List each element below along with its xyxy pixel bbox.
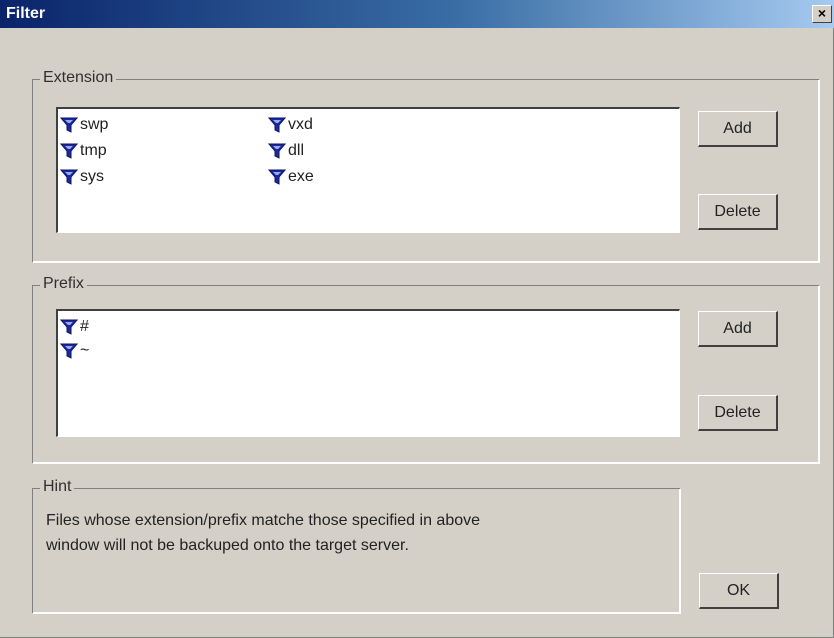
list-item-label: dll	[288, 142, 305, 159]
filter-dialog: Filter × Extension swp tmp sys vxd dll e…	[0, 0, 834, 638]
close-icon: ×	[817, 5, 827, 21]
filter-icon	[60, 143, 78, 159]
filter-icon	[268, 117, 286, 133]
filter-icon	[60, 343, 78, 359]
list-item-label: sys	[80, 168, 104, 185]
list-item[interactable]: #	[60, 315, 89, 339]
filter-icon	[268, 143, 286, 159]
extension-delete-button[interactable]: Delete	[698, 194, 778, 230]
list-item[interactable]: vxd	[268, 113, 313, 137]
prefix-delete-button[interactable]: Delete	[698, 395, 778, 431]
list-item-label: exe	[288, 168, 314, 185]
list-item-label: #	[80, 318, 89, 335]
close-button[interactable]: ×	[812, 5, 832, 23]
extension-listbox[interactable]: swp tmp sys vxd dll exe	[56, 107, 680, 233]
extension-add-button[interactable]: Add	[698, 111, 778, 147]
hint-text: Files whose extension/prefix matche thos…	[46, 508, 646, 558]
filter-icon	[268, 169, 286, 185]
window-title: Filter	[6, 5, 46, 22]
list-item[interactable]: ~	[60, 339, 89, 363]
hint-label: Hint	[40, 477, 75, 497]
list-item[interactable]: sys	[60, 165, 104, 189]
extension-label: Extension	[40, 68, 117, 88]
list-item-label: tmp	[80, 142, 107, 159]
list-item-label: ~	[80, 342, 90, 359]
prefix-group: Prefix # ~ Add Delete	[32, 274, 819, 463]
list-item[interactable]: swp	[60, 113, 108, 137]
hint-line-1: Files whose extension/prefix matche thos…	[46, 512, 481, 529]
prefix-listbox[interactable]: # ~	[56, 309, 680, 437]
ok-button[interactable]: OK	[699, 573, 779, 609]
extension-group: Extension swp tmp sys vxd dll exe Add De…	[32, 68, 819, 262]
filter-icon	[60, 319, 78, 335]
filter-icon	[60, 117, 78, 133]
list-item[interactable]: tmp	[60, 139, 107, 163]
hint-line-2: window will not be backuped onto the tar…	[46, 537, 409, 554]
list-item[interactable]: exe	[268, 165, 314, 189]
list-item-label: swp	[80, 116, 109, 133]
list-item-label: vxd	[288, 116, 313, 133]
filter-icon	[60, 169, 78, 185]
hint-group: Hint Files whose extension/prefix matche…	[32, 477, 680, 613]
prefix-label: Prefix	[40, 274, 87, 294]
list-item[interactable]: dll	[268, 139, 304, 163]
title-bar: Filter ×	[0, 0, 834, 28]
prefix-add-button[interactable]: Add	[698, 311, 778, 347]
